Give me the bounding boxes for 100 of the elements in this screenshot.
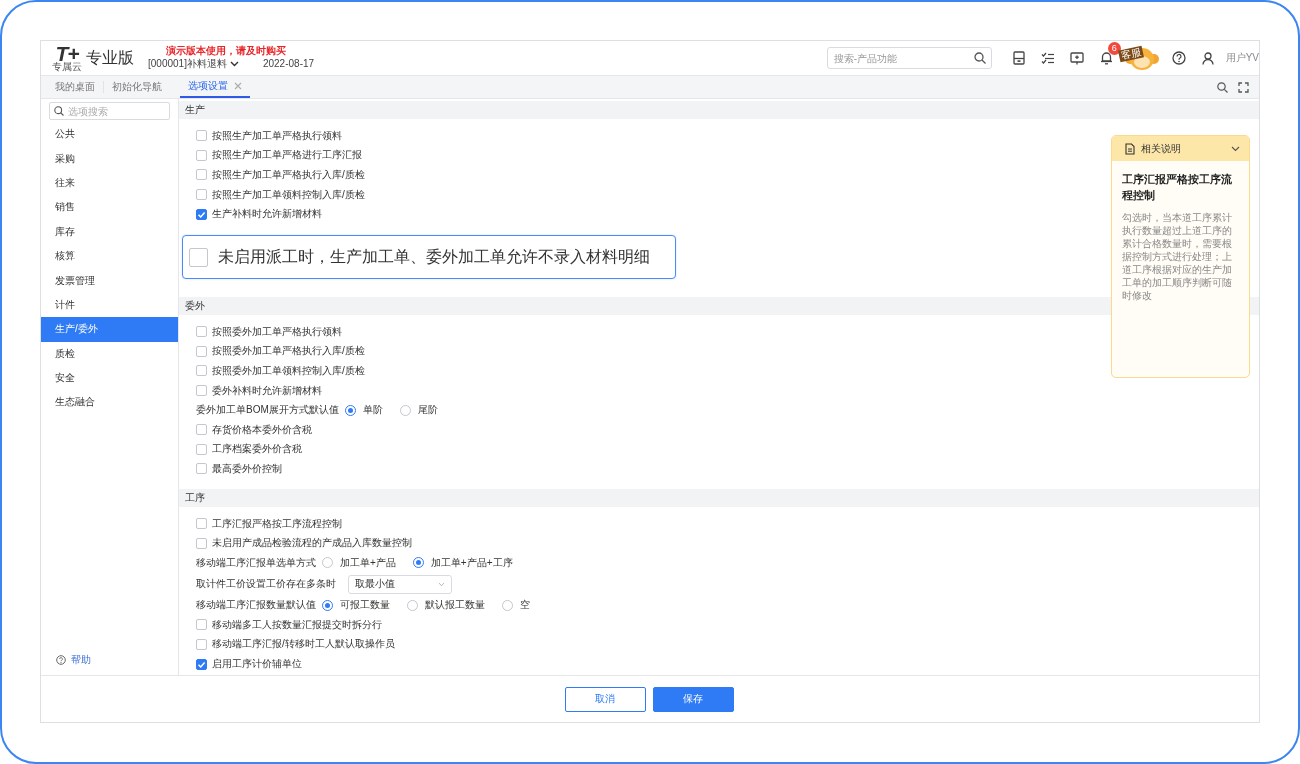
sidebar-item[interactable]: 往来 — [41, 170, 178, 196]
option-label: 移动端多工人按数量汇报提交时拆分行 — [212, 617, 382, 632]
radio-button[interactable] — [502, 599, 513, 611]
sidebar-item[interactable]: 质检 — [41, 341, 178, 366]
option-label: 取计件工价设置工价存在多条时 — [196, 577, 337, 591]
radio-label: 加工单+产品+工序 — [430, 555, 513, 570]
help-icon[interactable] — [56, 655, 66, 665]
sidebar-item[interactable]: 生态融合 — [41, 390, 178, 415]
radio-label: 单阶 — [362, 403, 383, 418]
option-label: 按照生产加工单领料控制入库/质检 — [212, 187, 365, 202]
cancel-button[interactable]: 取消 — [564, 686, 646, 712]
radio-label: 默认报工数量 — [425, 598, 485, 613]
logo-caption: 专属云 — [52, 61, 82, 72]
sidebar-item[interactable]: 公共 — [41, 122, 178, 147]
help-icon[interactable] — [1172, 51, 1187, 65]
option-label: 按照委外加工单严格执行领料 — [212, 324, 342, 339]
note-header[interactable]: 相关说明 — [1112, 136, 1249, 161]
checkbox[interactable] — [196, 658, 207, 670]
demo-notice: 演示版本使用，请及时购买 — [166, 44, 287, 57]
option-label: 工序汇报严格按工序流程控制 — [212, 516, 342, 531]
user-name[interactable]: 用户YV — [1225, 51, 1259, 65]
sidebar-item[interactable]: 核算 — [41, 243, 178, 269]
sidebar-item[interactable]: 生产/委外 — [41, 317, 178, 342]
check-icon — [197, 659, 206, 669]
option-label: 按照委外加工单领料控制入库/质检 — [212, 363, 365, 378]
option-label: 存货价格本委外价含税 — [212, 422, 312, 437]
radio-label: 可报工数量 — [340, 598, 390, 613]
search-field[interactable]: 选项搜索 — [49, 102, 170, 120]
chevron-down-icon[interactable] — [1231, 145, 1240, 152]
checkbox[interactable] — [196, 443, 207, 455]
save-button[interactable]: 保存 — [652, 686, 734, 712]
checkbox[interactable] — [196, 518, 207, 529]
search-field[interactable]: 搜索-产品功能 — [826, 47, 992, 69]
dropdown[interactable]: 取最小值 — [348, 574, 452, 594]
note-heading: 工序汇报严格按工序流程控制 — [1122, 172, 1233, 203]
checkbox[interactable] — [196, 169, 207, 181]
radio-button[interactable] — [399, 404, 411, 416]
checkbox[interactable] — [196, 130, 207, 142]
checklist-icon[interactable] — [1041, 52, 1056, 64]
section-header: 工序 — [179, 488, 1259, 507]
option-label: 移动端工序汇报/转移时工人默认取操作员 — [212, 637, 395, 652]
option-label: 工序档案委外价含税 — [212, 442, 302, 457]
option-label: 生产补料时允许新增材料 — [212, 207, 322, 222]
search-icon — [54, 106, 64, 116]
option-label: 未启用派工时，生产加工单、委外加工单允许不录入材料明细 — [218, 246, 650, 267]
search-icon[interactable] — [973, 52, 986, 64]
option-label: 移动端工序汇报数量默认值 — [196, 598, 316, 613]
sidebar-item[interactable]: 计件 — [41, 292, 178, 318]
option-label: 启用工序计价辅单位 — [212, 657, 302, 672]
sidebar-item[interactable]: 销售 — [41, 195, 178, 220]
checkbox[interactable] — [196, 424, 207, 436]
chevron-down-icon — [229, 60, 239, 67]
radio-label: 尾阶 — [417, 403, 438, 418]
option-label: 按照生产加工单严格执行领料 — [212, 128, 342, 143]
checkbox[interactable] — [196, 149, 207, 161]
sidebar-item[interactable]: 库存 — [41, 219, 178, 244]
account-selector[interactable]: [000001]补料退料 — [148, 57, 239, 70]
document-icon — [1125, 142, 1135, 155]
calculator-icon[interactable] — [1013, 51, 1026, 65]
checkbox[interactable] — [196, 639, 207, 650]
checkbox[interactable] — [196, 619, 207, 631]
edition-label: 专业版 — [86, 47, 134, 68]
checkbox[interactable] — [196, 326, 207, 338]
bell-icon[interactable] — [1099, 51, 1113, 65]
radio-button[interactable] — [407, 599, 418, 611]
option-label: 最高委外价控制 — [212, 461, 282, 476]
user-icon[interactable] — [1202, 51, 1215, 65]
option-label: 按照委外加工单严格执行入库/质检 — [212, 344, 365, 359]
checkbox[interactable] — [196, 537, 207, 549]
checkbox[interactable] — [196, 385, 207, 397]
help-link[interactable]: 帮助 — [71, 653, 91, 667]
radio-button[interactable] — [344, 404, 356, 416]
logo: T+ — [55, 44, 79, 63]
radio-button[interactable] — [412, 557, 424, 569]
tab[interactable]: 我的桌面 — [47, 76, 103, 98]
sidebar-item[interactable]: 安全 — [41, 365, 178, 391]
monitor-icon[interactable] — [1070, 51, 1085, 65]
option-label: 移动端工序汇报单选单方式 — [196, 555, 316, 570]
radio-button[interactable] — [322, 557, 333, 569]
close-icon[interactable] — [234, 82, 242, 90]
checkbox[interactable] — [189, 247, 208, 267]
checkbox[interactable] — [196, 463, 207, 475]
radio-label: 空 — [520, 598, 530, 613]
sidebar-item[interactable]: 发票管理 — [41, 268, 178, 293]
option-label: 委外加工单BOM展开方式默认值 — [196, 403, 339, 418]
sidebar-item[interactable]: 采购 — [41, 146, 178, 171]
note-title: 相关说明 — [1141, 141, 1181, 156]
checkbox[interactable] — [196, 189, 207, 201]
radio-label: 加工单+产品 — [340, 555, 396, 570]
note-text: 勾选时，当本道工序累计执行数量超过上道工序的累计合格数量时，需要根据控制方式进行处理；上道工序根据对应的生产加工单的加工顺序判断可随时修改 — [1122, 211, 1233, 302]
tab[interactable]: 初始化导航 — [104, 76, 170, 98]
date-label: 2022-08-17 — [262, 57, 315, 70]
checkbox[interactable] — [196, 208, 207, 220]
checkbox[interactable] — [196, 365, 207, 377]
search-icon[interactable] — [1217, 81, 1228, 93]
checkbox[interactable] — [196, 345, 207, 357]
check-icon — [197, 209, 206, 219]
option-label: 未启用产成品检验流程的产成品入库数量控制 — [212, 536, 412, 551]
radio-button[interactable] — [322, 599, 333, 611]
fullscreen-icon[interactable] — [1238, 81, 1249, 93]
